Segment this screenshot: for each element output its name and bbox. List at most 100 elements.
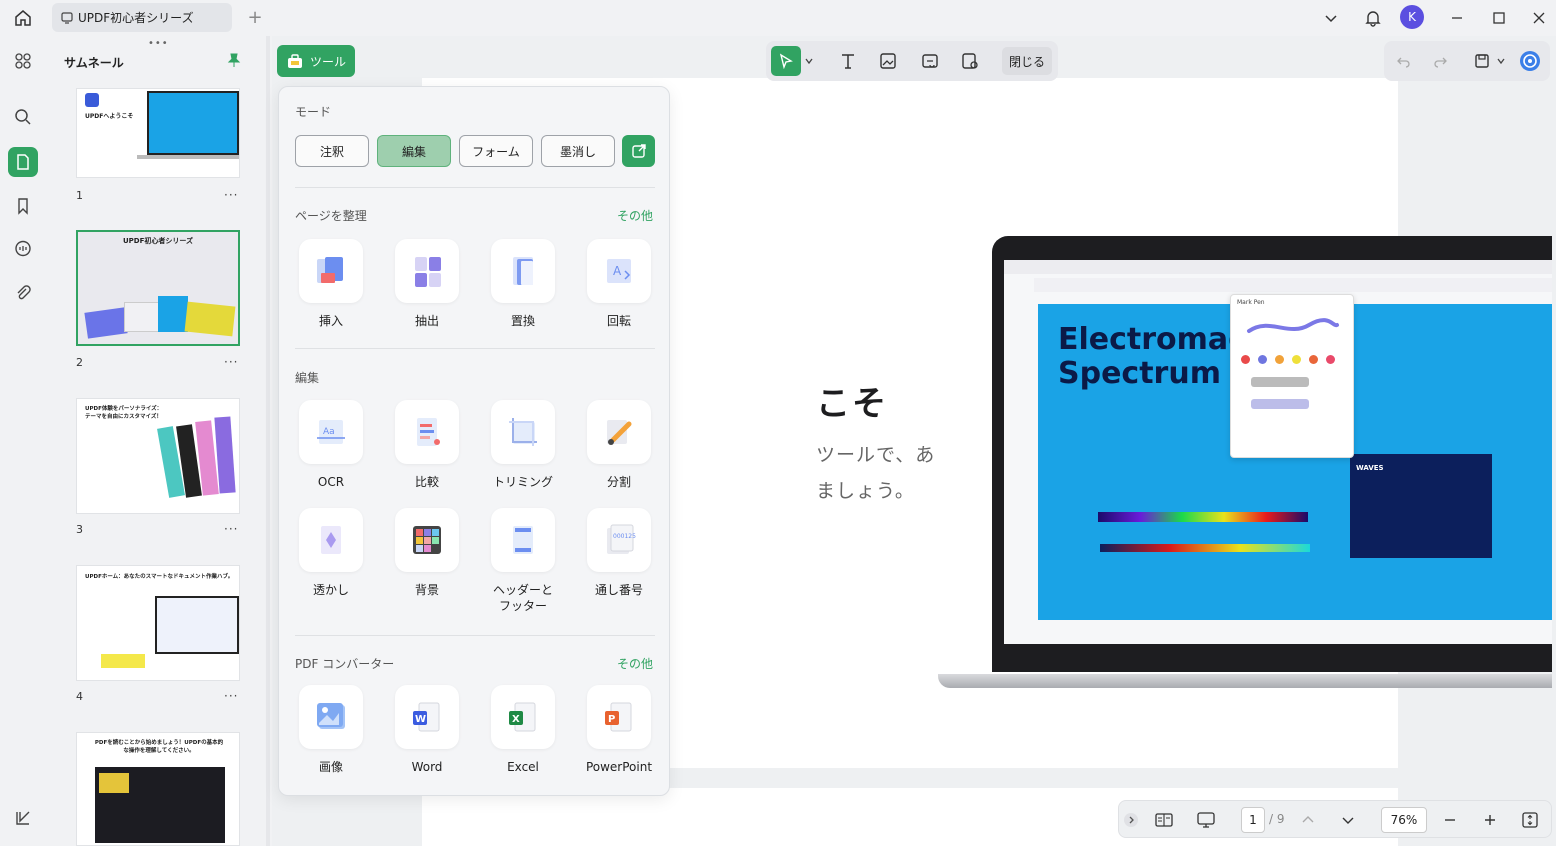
image-icon bbox=[880, 53, 896, 69]
background-tool[interactable]: 背景 bbox=[387, 508, 467, 598]
comment-icon bbox=[15, 240, 31, 257]
cursor-icon bbox=[779, 53, 793, 69]
previous-page-button[interactable] bbox=[1295, 807, 1321, 833]
convert-image-tool[interactable]: 画像 bbox=[291, 685, 371, 775]
select-tool-button[interactable] bbox=[771, 46, 801, 76]
current-page-input[interactable]: 1 bbox=[1241, 807, 1265, 833]
compare-tool[interactable]: 比較 bbox=[387, 400, 467, 490]
mode-redact-button[interactable]: 墨消し bbox=[541, 135, 615, 167]
thumbnail-card-image bbox=[184, 301, 236, 337]
rail-comments-button[interactable] bbox=[8, 234, 38, 264]
split-tool[interactable]: 分割 bbox=[579, 400, 659, 490]
rail-attachments-button[interactable] bbox=[8, 278, 38, 308]
add-link-button[interactable] bbox=[916, 47, 944, 75]
page-thumbnail-2[interactable]: UPDF初心者シリーズ bbox=[76, 230, 240, 346]
extract-page-tool[interactable]: 抽出 bbox=[387, 239, 467, 329]
mode-edit-button[interactable]: 編集 bbox=[377, 135, 451, 167]
page-layout-button[interactable] bbox=[1151, 807, 1177, 833]
redo-button[interactable] bbox=[1426, 47, 1454, 75]
page-thumbnail-5[interactable]: PDFを読むことから始めましょう！UPDFの基本的な操作を理解してください。 bbox=[76, 732, 240, 846]
convert-powerpoint-tool[interactable]: P PowerPoint bbox=[579, 685, 659, 775]
mode-form-button[interactable]: フォーム bbox=[459, 135, 533, 167]
add-image-button[interactable] bbox=[874, 47, 902, 75]
rotate-page-tool[interactable]: A 回転 bbox=[579, 239, 659, 329]
page-thumbnail-4[interactable]: UPDFホーム：あなたのスマートなドキュメント作業ハブ。 bbox=[76, 565, 240, 681]
zoom-in-button[interactable] bbox=[1477, 807, 1503, 833]
rail-bookmarks-button[interactable] bbox=[8, 191, 38, 221]
open-mode-external-button[interactable] bbox=[622, 135, 655, 167]
organize-more-link[interactable]: その他 bbox=[617, 207, 653, 224]
grid-icon bbox=[15, 53, 31, 69]
convert-excel-tool[interactable]: X Excel bbox=[483, 685, 563, 775]
minimize-button[interactable] bbox=[1442, 4, 1472, 32]
presentation-button[interactable] bbox=[1193, 807, 1219, 833]
add-text-button[interactable] bbox=[834, 47, 862, 75]
thickness-slider[interactable] bbox=[1251, 377, 1309, 387]
color-swatch[interactable] bbox=[1309, 355, 1318, 364]
compare-icon bbox=[395, 400, 459, 464]
add-tab-button[interactable]: + bbox=[244, 6, 266, 28]
page-hero-subtitle: ましょう。 bbox=[816, 480, 915, 502]
tools-button[interactable]: ツール bbox=[277, 45, 355, 77]
rail-thumbnails-button[interactable] bbox=[8, 147, 38, 177]
next-page-button[interactable] bbox=[1335, 807, 1361, 833]
color-swatch[interactable] bbox=[1326, 355, 1335, 364]
color-swatch[interactable] bbox=[1275, 355, 1284, 364]
zoom-out-button[interactable] bbox=[1437, 807, 1463, 833]
page-thumbnail-1[interactable]: UPDFへようこそ bbox=[76, 88, 240, 178]
convert-word-tool[interactable]: W Word bbox=[387, 685, 467, 775]
bates-number-tool[interactable]: 000125 通し番号 bbox=[579, 508, 659, 598]
page-more-button[interactable]: ··· bbox=[224, 188, 238, 202]
rail-apps-button[interactable] bbox=[8, 46, 38, 76]
mode-annotate-button[interactable]: 注釈 bbox=[295, 135, 369, 167]
rail-layers-button[interactable] bbox=[8, 803, 38, 833]
user-avatar[interactable]: K bbox=[1400, 5, 1424, 29]
presentation-icon bbox=[1197, 812, 1215, 828]
tabs-dropdown-button[interactable] bbox=[1316, 4, 1346, 32]
drag-handle[interactable]: ••• bbox=[148, 38, 169, 49]
color-swatch[interactable] bbox=[1241, 355, 1250, 364]
pin-button[interactable] bbox=[226, 52, 242, 72]
maximize-button[interactable] bbox=[1484, 4, 1514, 32]
crop-tool[interactable]: トリミング bbox=[483, 400, 563, 490]
word-file-icon: W bbox=[395, 685, 459, 749]
notification-button[interactable] bbox=[1358, 4, 1388, 32]
stroke-preview bbox=[1247, 318, 1339, 333]
home-button[interactable] bbox=[8, 4, 38, 32]
save-dropdown[interactable] bbox=[1494, 47, 1508, 75]
close-edit-button[interactable]: 閉じる bbox=[1002, 47, 1052, 75]
collapse-bar-button[interactable] bbox=[1121, 807, 1141, 833]
opacity-slider[interactable] bbox=[1251, 399, 1309, 409]
ocr-tool[interactable]: Aa OCR bbox=[291, 400, 371, 490]
color-swatch[interactable] bbox=[1292, 355, 1301, 364]
ai-assistant-button[interactable] bbox=[1516, 47, 1544, 75]
save-button[interactable] bbox=[1468, 47, 1496, 75]
svg-text:P: P bbox=[608, 714, 615, 725]
header-footer-tool[interactable]: ヘッダーと フッター bbox=[483, 508, 563, 614]
undo-button[interactable] bbox=[1390, 47, 1418, 75]
ocr-icon: Aa bbox=[299, 400, 363, 464]
laptop-base bbox=[938, 674, 1552, 688]
page-more-button[interactable]: ··· bbox=[224, 355, 238, 369]
watermark-tool[interactable]: 透かし bbox=[291, 508, 371, 598]
replace-page-tool[interactable]: 置換 bbox=[483, 239, 563, 329]
converter-more-link[interactable]: その他 bbox=[617, 655, 653, 672]
document-tab[interactable]: UPDF初心者シリーズ bbox=[52, 3, 232, 32]
chevron-down-icon bbox=[1342, 817, 1354, 824]
select-tool-dropdown[interactable] bbox=[802, 47, 816, 75]
watermark-tool-button[interactable] bbox=[956, 47, 984, 75]
external-link-icon bbox=[631, 144, 646, 158]
thumbnail-scrollbar[interactable] bbox=[266, 36, 270, 846]
color-swatch[interactable] bbox=[1258, 355, 1267, 364]
thumbnail-heading: UPDF体験をパーソナライズ：テーマを自由にカスタマイズ！ bbox=[85, 406, 163, 420]
thumbnail-note-image bbox=[101, 654, 145, 668]
close-window-button[interactable] bbox=[1524, 4, 1554, 32]
insert-page-tool[interactable]: 挿入 bbox=[291, 239, 371, 329]
page-thumbnail-3[interactable]: UPDF体験をパーソナライズ：テーマを自由にカスタマイズ！ bbox=[76, 398, 240, 514]
page-more-button[interactable]: ··· bbox=[224, 522, 238, 536]
page-more-button[interactable]: ··· bbox=[224, 689, 238, 703]
rail-search-button[interactable] bbox=[8, 102, 38, 132]
extract-page-label: 抽出 bbox=[414, 314, 439, 328]
fit-page-button[interactable] bbox=[1517, 807, 1543, 833]
zoom-level[interactable]: 76% bbox=[1381, 807, 1427, 833]
